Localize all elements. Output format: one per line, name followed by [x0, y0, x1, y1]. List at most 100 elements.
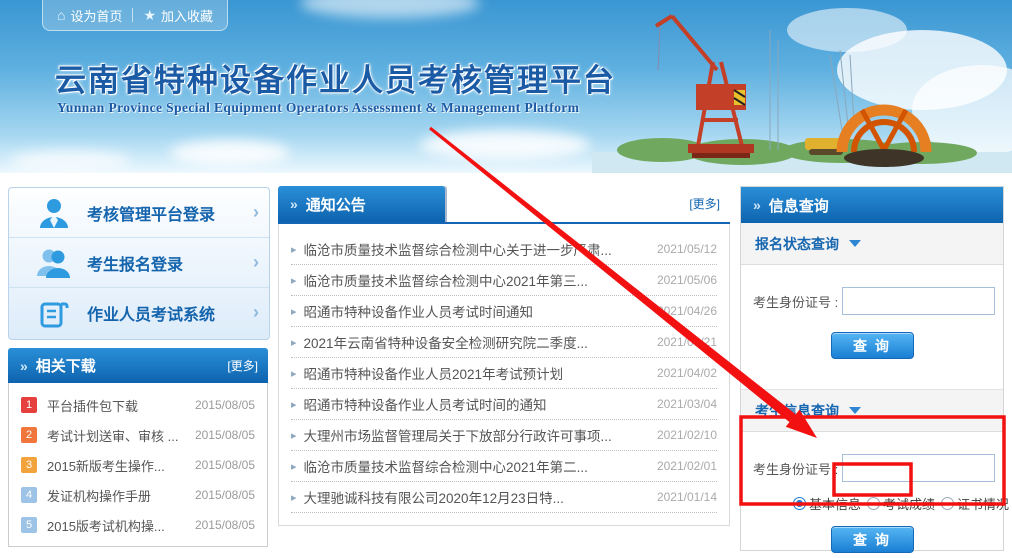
notice-date: 2021/02/10	[657, 428, 717, 442]
download-item[interactable]: 4 发证机构操作手册 2015/08/05	[9, 480, 267, 510]
notice-item[interactable]: ▸ 大理州市场监督管理局关于下放部分行政许可事项... 2021/02/10	[291, 420, 717, 451]
rank-badge: 2	[21, 427, 37, 443]
booklet-icon	[37, 296, 71, 330]
bullet-icon: ▸	[291, 243, 297, 256]
notice-item[interactable]: ▸ 昭通市特种设备作业人员2021年考试预计划 2021/04/02	[291, 358, 717, 389]
candidate-id-input[interactable]	[842, 454, 995, 482]
download-title[interactable]: 2015新版考生操作...	[47, 456, 165, 475]
download-title[interactable]: 平台插件包下载	[47, 396, 138, 415]
section-candidate-info[interactable]: 考生信息查询	[741, 389, 1003, 432]
rank-badge: 5	[21, 517, 37, 533]
login-item-label: 考核管理平台登录	[87, 201, 215, 225]
bullet-icon: ▸	[291, 305, 297, 318]
person-icon	[37, 196, 71, 230]
bullet-icon: ▸	[291, 398, 297, 411]
download-title[interactable]: 考试计划送审、审核 ...	[47, 426, 178, 445]
notices-header-row: » 通知公告 [更多]	[278, 186, 730, 224]
radio-option[interactable]: 考试成绩	[867, 494, 935, 513]
login-item-label: 考生报名登录	[87, 251, 183, 275]
notices-title: 通知公告	[306, 194, 366, 215]
notice-date: 2021/04/21	[657, 335, 717, 349]
notices-list: ▸ 临沧市质量技术监督综合检测中心关于进一步严肃... 2021/05/12 ▸…	[278, 224, 730, 526]
site-title: 云南省特种设备作业人员考核管理平台	[55, 55, 616, 100]
candidate-query-button[interactable]: 查 询	[831, 526, 914, 553]
notice-title[interactable]: 临沧市质量技术监督综合检测中心关于进一步严肃...	[304, 239, 612, 259]
chevron-down-icon	[849, 407, 861, 414]
query-panel-title: 信息查询	[769, 195, 829, 216]
bullet-icon: ▸	[291, 367, 297, 380]
cloud	[10, 150, 130, 172]
notice-title[interactable]: 昭通市特种设备作业人员考试时间的通知	[304, 394, 547, 414]
registration-id-input[interactable]	[842, 287, 995, 315]
radio-option-label: 基本信息	[809, 494, 861, 513]
downloads-more-link[interactable]: [更多]	[227, 357, 258, 374]
download-item[interactable]: 1 平台插件包下载 2015/08/05	[9, 390, 267, 420]
notice-date: 2021/05/12	[657, 242, 717, 256]
notices-tab[interactable]: » 通知公告	[278, 186, 445, 222]
bullet-icon: ▸	[291, 429, 297, 442]
notice-title[interactable]: 昭通市特种设备作业人员考试时间通知	[304, 301, 534, 321]
login-item-assessment-platform[interactable]: 考核管理平台登录 ›	[9, 188, 269, 238]
double-arrow-icon: »	[20, 358, 28, 374]
registration-query-row: 查 询	[741, 332, 1003, 359]
id-number-label: 考生身份证号 :	[753, 459, 838, 478]
bullet-icon: ▸	[291, 274, 297, 287]
notice-item[interactable]: ▸ 昭通市特种设备作业人员考试时间通知 2021/04/26	[291, 296, 717, 327]
bullet-icon: ▸	[291, 460, 297, 473]
login-item-candidate-signup[interactable]: 考生报名登录 ›	[9, 238, 269, 288]
download-item[interactable]: 3 2015新版考生操作... 2015/08/05	[9, 450, 267, 480]
download-title[interactable]: 发证机构操作手册	[47, 486, 151, 505]
rank-badge: 3	[21, 457, 37, 473]
notice-date: 2021/02/01	[657, 459, 717, 473]
radio-option[interactable]: 证书情况	[941, 494, 1009, 513]
notice-item[interactable]: ▸ 临沧市质量技术监督综合检测中心2021年第三... 2021/05/06	[291, 265, 717, 296]
id-number-label: 考生身份证号 :	[753, 292, 838, 311]
notice-date: 2021/04/26	[657, 304, 717, 318]
cloud	[420, 130, 590, 160]
radio-circle-icon[interactable]	[793, 497, 806, 510]
section-registration-status[interactable]: 报名状态查询	[741, 223, 1003, 265]
radio-option[interactable]: 基本信息	[793, 494, 861, 513]
notice-title[interactable]: 大理驰诚科技有限公司2020年12月23日特...	[304, 487, 564, 507]
notice-item[interactable]: ▸ 大理驰诚科技有限公司2020年12月23日特... 2021/01/14	[291, 482, 717, 513]
notice-title[interactable]: 临沧市质量技术监督综合检测中心2021年第三...	[304, 270, 588, 290]
chevron-right-icon: ›	[253, 202, 259, 223]
download-date: 2015/08/05	[195, 428, 255, 442]
notice-item[interactable]: ▸ 临沧市质量技术监督综合检测中心关于进一步严肃... 2021/05/12	[291, 234, 717, 265]
notices-more-link[interactable]: [更多]	[689, 186, 720, 222]
star-icon: ★	[143, 7, 156, 24]
notice-title[interactable]: 临沧市质量技术监督综合检测中心2021年第二...	[304, 456, 588, 476]
login-item-label: 作业人员考试系统	[87, 301, 215, 325]
bullet-icon: ▸	[291, 336, 297, 349]
registration-id-row: 考生身份证号 :	[741, 265, 1003, 315]
download-item[interactable]: 2 考试计划送审、审核 ... 2015/08/05	[9, 420, 267, 450]
divider	[132, 8, 133, 22]
downloads-list: 1 平台插件包下载 2015/08/05 2 考试计划送审、审核 ... 201…	[8, 383, 268, 547]
add-favorite-link[interactable]: ★ 加入收藏	[143, 6, 213, 25]
candidate-query-type-radios: 基本信息 考试成绩 证书情况	[741, 482, 1003, 513]
notice-item[interactable]: ▸ 昭通市特种设备作业人员考试时间的通知 2021/03/04	[291, 389, 717, 420]
login-item-exam-system[interactable]: 作业人员考试系统 ›	[9, 288, 269, 337]
port-crane-illustration	[592, 0, 1012, 173]
section-title: 考生信息查询	[755, 401, 839, 421]
info-query-panel: » 信息查询 报名状态查询 考生身份证号 : 查 询 考生信息查询 考生身份证号…	[740, 186, 1004, 551]
radio-circle-icon[interactable]	[941, 497, 954, 510]
people-icon	[37, 246, 71, 280]
notice-title[interactable]: 2021年云南省特种设备安全检测研究院二季度...	[304, 332, 588, 352]
registration-query-button[interactable]: 查 询	[831, 332, 914, 359]
cloud	[300, 0, 480, 18]
notice-title[interactable]: 昭通市特种设备作业人员2021年考试预计划	[304, 363, 564, 383]
notice-date: 2021/05/06	[657, 273, 717, 287]
notice-title[interactable]: 大理州市场监督管理局关于下放部分行政许可事项...	[304, 425, 612, 445]
notice-item[interactable]: ▸ 2021年云南省特种设备安全检测研究院二季度... 2021/04/21	[291, 327, 717, 358]
candidate-id-row: 考生身份证号 :	[741, 432, 1003, 482]
radio-option-label: 证书情况	[957, 494, 1009, 513]
download-item[interactable]: 5 2015版考试机构操... 2015/08/05	[9, 510, 267, 540]
notices-panel: » 通知公告 [更多] ▸ 临沧市质量技术监督综合检测中心关于进一步严肃... …	[278, 186, 730, 526]
radio-circle-icon[interactable]	[867, 497, 880, 510]
download-title[interactable]: 2015版考试机构操...	[47, 516, 165, 535]
downloads-title: 相关下载	[36, 355, 96, 376]
set-home-link[interactable]: ⌂ 设为首页	[57, 6, 122, 25]
double-arrow-icon: »	[290, 196, 298, 212]
notice-item[interactable]: ▸ 临沧市质量技术监督综合检测中心2021年第二... 2021/02/01	[291, 451, 717, 482]
